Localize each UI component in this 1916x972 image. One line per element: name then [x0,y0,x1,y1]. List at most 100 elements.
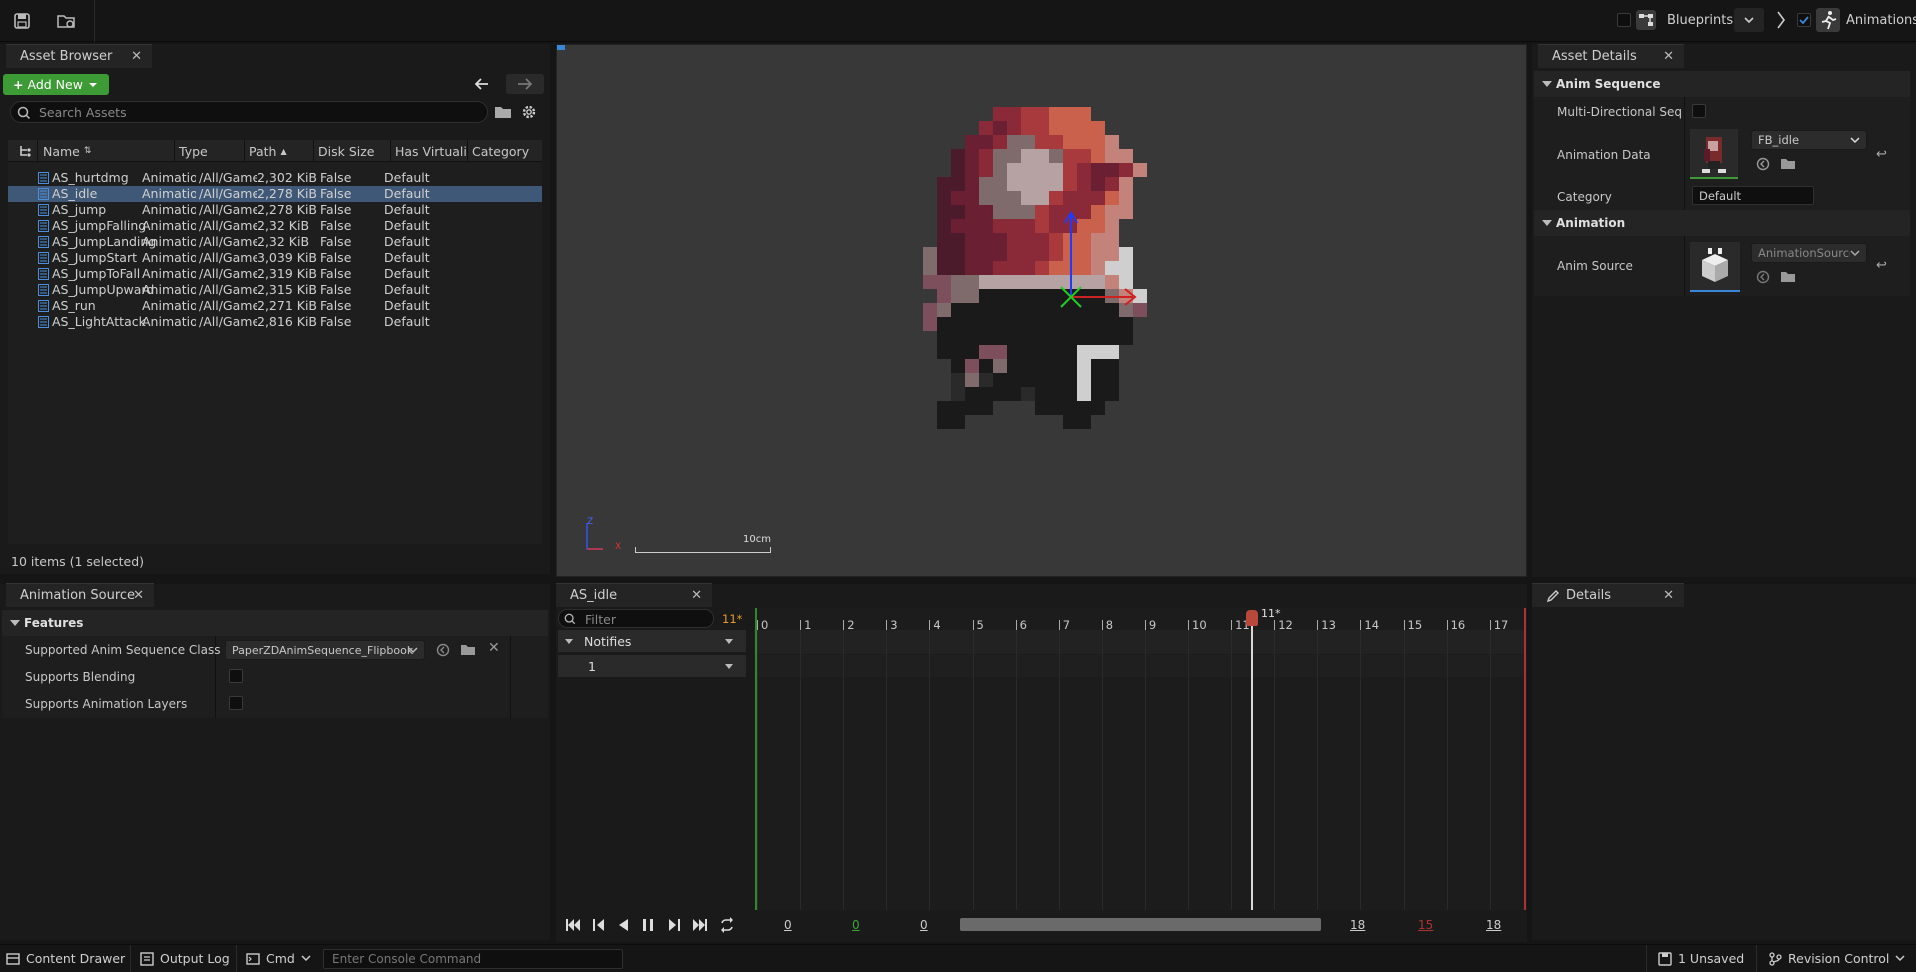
forward-arrow-icon[interactable] [506,74,544,94]
console-command-input[interactable]: Enter Console Command [323,949,623,969]
tab-animation-source[interactable]: Animation Source ✕ [6,583,154,607]
settings-gear-icon[interactable] [520,103,538,124]
pause-icon[interactable] [639,917,657,933]
browse-folder-icon[interactable] [1780,157,1796,174]
table-row[interactable]: AS_runAnimation:/All/Game,2,271 KiBFalse… [8,298,542,314]
timeline-tick-mark [1101,620,1103,630]
notifies-track-header[interactable]: Notifies [558,630,746,652]
chevron-down-icon [88,82,97,87]
blueprints-mode-label[interactable]: Blueprints [1667,13,1733,28]
close-icon[interactable]: ✕ [133,588,144,603]
column-header-type[interactable]: Type [175,140,245,162]
column-header-disk-size[interactable]: Disk Size [314,140,391,162]
play-reverse-icon[interactable] [616,917,630,933]
table-row[interactable]: AS_hurtdmgAnimation:/All/Game,2,302 KiBF… [8,170,542,186]
notify-track-1[interactable]: 1 [558,655,746,677]
column-header-category[interactable]: Category [468,140,542,162]
content-drawer-button[interactable]: Content Drawer [6,951,125,966]
animation-data-thumbnail[interactable] [1690,129,1738,179]
view-range-scrollbar[interactable] [960,918,1321,931]
view-range-end-value[interactable]: 18 [1350,918,1365,932]
browse-folder-icon[interactable] [460,643,476,660]
section-animation[interactable]: Animation [1534,210,1910,236]
table-row[interactable]: AS_jumpFallingAnimation:/All/Game,2,32 K… [8,218,542,234]
tab-details[interactable]: Details ✕ [1532,583,1684,607]
table-row[interactable]: AS_LightAttackAnimation:/All/Game,2,816 … [8,314,542,330]
close-icon[interactable]: ✕ [1663,49,1674,64]
blueprints-dropdown[interactable] [1734,8,1764,32]
close-icon[interactable]: ✕ [131,49,142,64]
playhead-line[interactable] [1251,616,1253,910]
unsaved-button[interactable]: 1 Unsaved [1658,951,1744,966]
track-filter-input[interactable]: Filter [558,609,714,628]
column-header-has-virtualized[interactable]: Has Virtualiz [391,140,468,162]
clear-icon[interactable]: ✕ [488,640,500,656]
blueprints-icon[interactable] [1636,10,1656,30]
category-input[interactable]: Default [1692,186,1814,205]
transform-gizmo[interactable] [1057,205,1217,345]
back-arrow-icon[interactable] [472,74,492,94]
cell-size: 3,039 KiB [257,250,318,265]
animation-asset-icon [38,268,49,283]
section-anim-sequence[interactable]: Anim Sequence [1534,71,1910,97]
animations-mode-label[interactable]: Animations [1846,13,1916,28]
table-row[interactable]: AS_JumpStartAnimation:/All/Game,3,039 Ki… [8,250,542,266]
use-selected-arrow-icon[interactable] [1756,157,1770,174]
tab-asset-browser[interactable]: Asset Browser ✕ [6,44,152,68]
output-log-button[interactable]: Output Log [140,951,230,966]
column-header-path[interactable]: Path ▲ [245,140,314,162]
blueprints-mode-checkbox[interactable] [1617,13,1631,30]
add-new-button[interactable]: + Add New [3,74,109,95]
table-row[interactable]: AS_JumpLandingAnimation:/All/Game,2,32 K… [8,234,542,250]
skip-to-end-icon[interactable] [691,917,709,933]
playhead-handle[interactable] [1246,610,1258,626]
view-range-start-value[interactable]: 0 [920,918,928,932]
chevron-down-icon [1744,17,1754,24]
play-range-end-value[interactable]: 15 [1418,918,1433,932]
sprite-viewport[interactable]: Z X 10cm [556,44,1527,577]
close-icon[interactable]: ✕ [691,588,702,603]
cell-virt: False [320,266,352,281]
toolbar-divider [94,0,95,42]
tab-asset-details[interactable]: Asset Details ✕ [1538,44,1684,68]
play-range-start-value[interactable]: 0 [852,918,860,932]
reset-to-default-icon[interactable]: ↩ [1876,147,1887,162]
tab-as-idle[interactable]: AS_idle ✕ [556,583,712,607]
revision-control-button[interactable]: Revision Control [1768,951,1905,966]
step-forward-icon[interactable] [666,917,682,933]
step-back-icon[interactable] [591,917,607,933]
save-icon[interactable] [8,7,36,35]
table-row[interactable]: AS_JumpToFallAnimation:/All/Game,2,319 K… [8,266,542,282]
skip-to-start-icon[interactable] [564,917,582,933]
use-selected-arrow-icon[interactable] [1756,270,1770,287]
multi-directional-checkbox[interactable] [1692,104,1706,121]
supports-blending-checkbox[interactable] [229,669,243,686]
table-row[interactable]: AS_idleAnimation:/All/Game,2,278 KiBFals… [8,186,542,202]
section-features[interactable]: Features [2,610,548,636]
animation-data-select[interactable]: FB_idle [1751,130,1867,150]
column-header-name[interactable]: Name ⇅ [39,140,175,162]
timeline-tick-label: 13 [1321,618,1336,632]
range-end-value[interactable]: 18 [1486,918,1501,932]
animations-mode-checkbox[interactable] [1797,13,1811,27]
range-start-value[interactable]: 0 [784,918,792,932]
folder-search-icon[interactable] [494,104,512,123]
search-assets-input[interactable]: Search Assets [10,101,488,123]
browse-asset-icon[interactable] [52,7,80,35]
hierarchy-icon[interactable] [8,140,38,162]
supports-layers-checkbox[interactable] [229,696,243,713]
browse-folder-icon[interactable] [1780,270,1796,287]
reset-to-default-icon[interactable]: ↩ [1876,258,1887,273]
anim-source-thumbnail[interactable] [1690,242,1740,292]
scrollbar-thumb[interactable] [960,918,1321,931]
table-row[interactable]: AS_jumpAnimation:/All/Game,2,278 KiBFals… [8,202,542,218]
animations-running-icon[interactable] [1816,8,1840,32]
supported-class-select[interactable]: PaperZDAnimSequence_Flipbook [225,640,425,660]
use-selected-arrow-icon[interactable] [436,643,450,660]
close-icon[interactable]: ✕ [1663,588,1674,603]
anim-source-select[interactable]: AnimationSource [1751,243,1867,263]
timeline-tick-mark [843,620,845,630]
loop-icon[interactable] [718,917,736,933]
table-row[interactable]: AS_JumpUpwardAnimation:/All/Game,2,315 K… [8,282,542,298]
cmd-dropdown[interactable]: Cmd [246,951,311,966]
